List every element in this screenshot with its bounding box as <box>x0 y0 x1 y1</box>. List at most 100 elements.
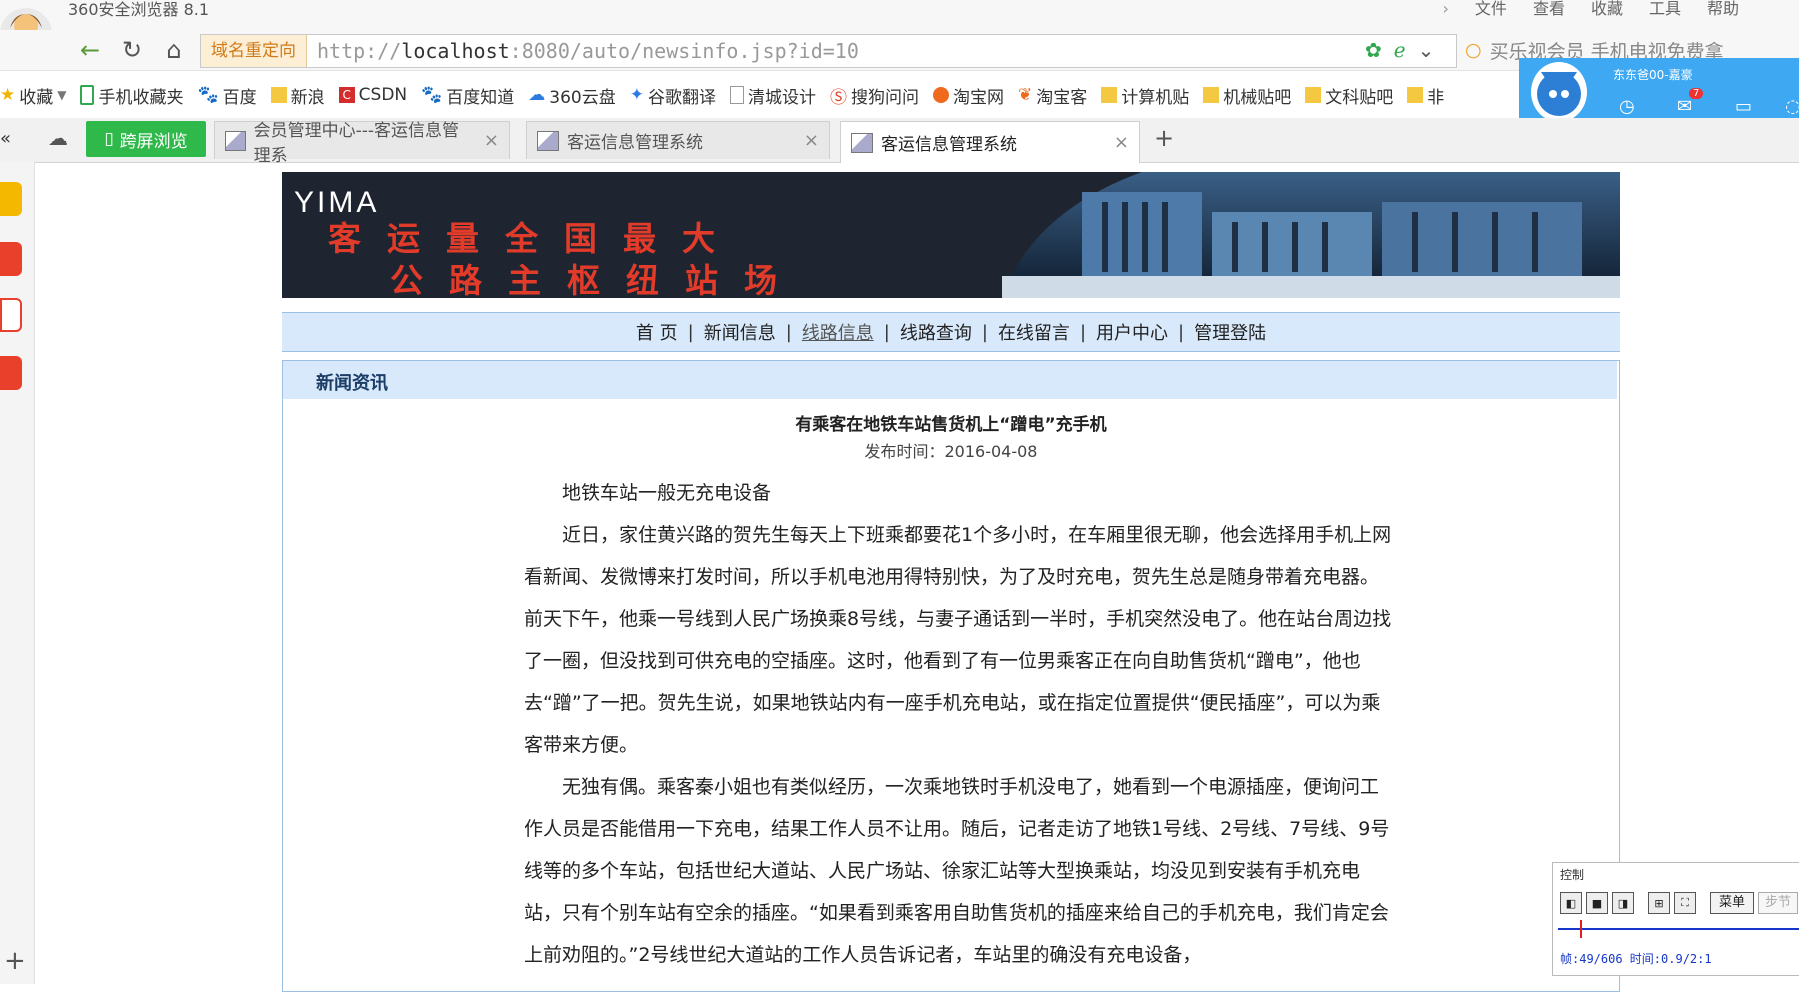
paw-icon: 🐾 <box>421 85 443 105</box>
bookmark-item[interactable]: 清城设计 <box>730 83 816 108</box>
security-icon[interactable]: ✿ <box>1365 38 1382 62</box>
mascot-icon <box>1531 62 1587 122</box>
address-icons: ✿ ℯ ⌄ <box>1365 38 1434 62</box>
favorite-star-icon[interactable] <box>0 182 22 216</box>
prev-frame-icon[interactable]: ◧ <box>1560 892 1582 914</box>
csdn-icon: C <box>338 87 355 103</box>
clock-icon[interactable]: ◷ <box>1619 96 1635 117</box>
news-icon[interactable] <box>0 356 22 390</box>
new-tab-icon[interactable]: + <box>1154 124 1174 152</box>
home-icon[interactable]: ⌂ <box>156 32 192 68</box>
folder-icon <box>270 87 287 103</box>
menu-favorites[interactable]: 收藏 <box>1591 0 1623 18</box>
menu-help[interactable]: 帮助 <box>1707 0 1739 18</box>
folder-icon <box>1203 87 1220 103</box>
chevron-down-icon[interactable]: ⌄ <box>1418 38 1435 62</box>
news-header <box>283 361 1617 399</box>
top-menu: › 文件 查看 收藏 工具 帮助 <box>1443 0 1739 18</box>
search-icon[interactable]: ○ <box>1465 39 1482 61</box>
cross-screen-button[interactable]: ▯ 跨屏浏览 <box>86 121 206 157</box>
nav-route-search[interactable]: 线路查询 <box>890 319 982 345</box>
calendar-icon[interactable]: ▭ <box>1735 96 1752 117</box>
slogan-line-2: 公路主枢纽站场 <box>390 264 803 298</box>
nav-admin-login[interactable]: 管理登陆 <box>1184 319 1276 345</box>
compat-icon[interactable]: ℯ <box>1394 38 1406 62</box>
popup-user: 东东爸00-嘉豪 <box>1613 68 1693 82</box>
translate-icon: ✦ <box>629 85 644 105</box>
bookmark-item[interactable]: 计算机贴 <box>1101 83 1189 108</box>
bookmark-item[interactable]: 淘宝网 <box>933 83 1004 108</box>
folder-icon <box>1407 87 1424 103</box>
nav-user-center[interactable]: 用户中心 <box>1086 319 1178 345</box>
tab-member-center[interactable]: 会员管理中心---客运信息管理系 × <box>214 121 510 166</box>
menu-view[interactable]: 查看 <box>1533 0 1565 18</box>
next-frame-icon[interactable]: ◨ <box>1612 892 1634 914</box>
bookmark-item[interactable]: 手机收藏夹 <box>80 83 183 108</box>
folder-icon <box>1305 87 1322 103</box>
bookmarks-bar: ★ 收藏 ▼ 手机收藏夹 🐾 百度 新浪 C CSDN 🐾 百度知道 ☁ 360云盘 ✦ 谷歌… <box>0 78 1520 112</box>
star-icon: ★ <box>0 85 16 105</box>
bookmark-item[interactable]: Ⓢ 搜狗问问 <box>830 83 919 108</box>
close-icon[interactable]: × <box>484 130 499 151</box>
app-title: 360安全浏览器 8.1 <box>68 0 210 19</box>
site-nav: 首 页 | 新闻信息 | 线路信息 | 线路查询 | 在线留言 | 用户中心 | 管理登陆 <box>282 312 1620 352</box>
nav-routes-info[interactable]: 线路信息 <box>792 319 884 345</box>
nav-news[interactable]: 新闻信息 <box>694 319 786 345</box>
timeline-marker[interactable] <box>1580 920 1582 938</box>
page-icon <box>730 86 744 104</box>
phone-icon <box>80 85 95 105</box>
article-body: 地铁车站一般无充电设备 近日，家住黄兴路的贺先生每天上下班乘都要花1个多小时，在… <box>524 472 1392 976</box>
fullscreen-icon[interactable]: ⛶ <box>1674 892 1696 914</box>
tab-passenger-info-active[interactable]: 客运信息管理系统 × <box>840 121 1140 163</box>
redirect-badge[interactable]: 域名重定向 <box>201 35 307 67</box>
menu-tools[interactable]: 工具 <box>1649 0 1681 18</box>
dropdown-icon: ▼ <box>57 88 67 102</box>
back-icon[interactable]: ← <box>72 32 108 68</box>
bookmark-item[interactable]: 🐾 百度知道 <box>421 83 514 108</box>
sidebar-toggle-icon[interactable]: « <box>0 128 11 149</box>
email-icon[interactable] <box>0 298 22 332</box>
more-icon[interactable]: ◌ <box>1785 96 1799 117</box>
news-section-title: 新闻资讯 <box>316 373 388 394</box>
cloud-icon: ☁ <box>528 85 546 105</box>
nav-home[interactable]: 首 页 <box>626 319 688 345</box>
page-icon <box>851 132 873 153</box>
bookmark-item[interactable]: 非 <box>1407 83 1444 108</box>
menu-file[interactable]: 文件 <box>1475 0 1507 18</box>
article-date: 发布时间：2016-04-08 <box>864 442 1038 461</box>
phone-icon: ▯ <box>104 129 114 149</box>
address-bar[interactable]: 域名重定向 http://localhost:8080/auto/newsinf… <box>200 34 1457 68</box>
fit-icon[interactable]: ⊞ <box>1648 892 1670 914</box>
timeline-track[interactable] <box>1558 928 1799 930</box>
control-menu-button[interactable]: 菜单 <box>1710 892 1755 914</box>
bookmark-item[interactable]: ☁ 360云盘 <box>528 83 615 108</box>
article-paragraph: 地铁车站一般无充电设备 <box>562 482 772 504</box>
sogou-icon: Ⓢ <box>830 87 847 108</box>
bookmark-item[interactable]: ✦ 谷歌翻译 <box>630 83 716 108</box>
mail-badge: 7 <box>1689 88 1704 99</box>
mail-icon[interactable]: ✉ <box>1677 96 1692 117</box>
bookmark-item[interactable]: 🐾 百度 <box>197 83 256 108</box>
bookmark-item[interactable]: 文科贴吧 <box>1305 83 1393 108</box>
article-paragraph: 无独有偶。乘客秦小姐也有类似经历，一次乘地铁时手机没电了，她看到一个电源插座，便… <box>524 776 1390 966</box>
bookmark-item[interactable]: ❦ 淘宝客 <box>1018 83 1087 108</box>
bookmark-favorites[interactable]: ★ 收藏 ▼ <box>0 83 66 108</box>
building-graphic <box>1002 172 1620 298</box>
add-icon[interactable]: + <box>4 946 26 976</box>
url-text[interactable]: http://localhost:8080/auto/newsinfo.jsp?… <box>307 39 859 63</box>
nav-message[interactable]: 在线留言 <box>988 319 1080 345</box>
stop-icon[interactable]: ■ <box>1586 892 1608 914</box>
tab-passenger-info-1[interactable]: 客运信息管理系统 × <box>526 121 830 159</box>
frame-readout: 帧:49/606 时间:0.9/2:1 <box>1560 952 1712 966</box>
bookmark-item[interactable]: 新浪 <box>270 83 325 108</box>
cloud-icon[interactable]: ☁ <box>48 126 68 150</box>
bookmark-item[interactable]: C CSDN <box>338 85 407 105</box>
chevron-right-icon[interactable]: › <box>1443 0 1449 18</box>
bookmark-item[interactable]: 机械贴吧 <box>1203 83 1291 108</box>
close-icon[interactable]: × <box>804 130 819 151</box>
weibo-icon[interactable] <box>0 242 22 276</box>
close-icon[interactable]: × <box>1114 132 1129 153</box>
refresh-icon[interactable]: ↻ <box>114 32 150 68</box>
paw-icon: 🐾 <box>197 85 219 105</box>
control-step-button[interactable]: 步节 <box>1758 892 1799 914</box>
